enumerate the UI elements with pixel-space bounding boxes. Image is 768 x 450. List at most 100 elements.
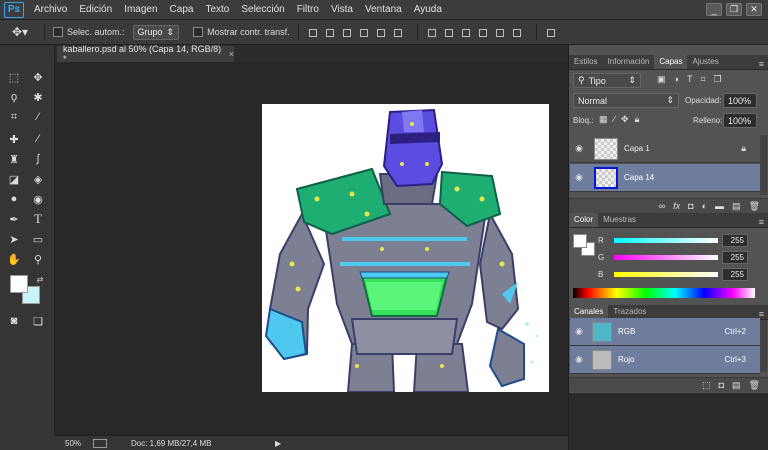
- foreground-color-swatch[interactable]: [10, 275, 28, 293]
- menu-ayuda[interactable]: Ayuda: [414, 4, 442, 15]
- auto-align-icon[interactable]: [545, 26, 557, 38]
- distribute-hcenter-icon[interactable]: [494, 26, 506, 38]
- layer-row-selected[interactable]: ◉ Capa 14: [570, 164, 760, 192]
- layers-scrollbar[interactable]: [760, 135, 767, 195]
- filter-shape-icon[interactable]: ⌗: [700, 74, 705, 85]
- delete-layer-icon[interactable]: 🗑︎: [749, 201, 760, 212]
- auto-select-dropdown[interactable]: Grupo ⇕: [132, 24, 180, 40]
- minimize-button[interactable]: _: [706, 3, 722, 16]
- lock-all-icon[interactable]: 🔒︎: [635, 114, 640, 125]
- distribute-bottom-icon[interactable]: [460, 26, 472, 38]
- document-canvas[interactable]: [262, 104, 549, 392]
- blur-icon[interactable]: ●: [5, 191, 23, 207]
- delete-channel-icon[interactable]: 🗑︎: [749, 380, 760, 391]
- rectangle-shape-icon[interactable]: ▭: [29, 231, 47, 247]
- auto-select-checkbox[interactable]: [53, 27, 63, 37]
- menu-vista[interactable]: Vista: [331, 4, 353, 15]
- link-layers-icon[interactable]: ∞: [659, 201, 665, 211]
- menu-capa[interactable]: Capa: [170, 4, 194, 15]
- layer-row[interactable]: ◉ Capa 1 🔒︎: [570, 135, 760, 163]
- green-value-field[interactable]: 255: [722, 251, 748, 264]
- fill-field[interactable]: 100%: [723, 113, 757, 128]
- distribute-right-icon[interactable]: [511, 26, 523, 38]
- distribute-left-icon[interactable]: [477, 26, 489, 38]
- rect-marquee-icon[interactable]: ⬚: [5, 69, 23, 85]
- blue-value-field[interactable]: 255: [722, 268, 748, 281]
- green-slider[interactable]: [614, 254, 718, 260]
- menu-imagen[interactable]: Imagen: [124, 4, 157, 15]
- blend-mode-dropdown[interactable]: Normal ⇕: [573, 93, 679, 108]
- visibility-eye-icon[interactable]: ◉: [570, 172, 588, 183]
- document-tab[interactable]: kaballero.psd al 50% (Capa 14, RGB/8) * …: [57, 44, 234, 64]
- layer-filter-dropdown[interactable]: ⚲ Tipo ⇕: [573, 73, 641, 88]
- color-spectrum-bar[interactable]: [573, 288, 755, 298]
- adjustment-layer-icon[interactable]: ◐: [702, 201, 707, 211]
- tab-ajustes[interactable]: Ajustes: [687, 55, 723, 69]
- visibility-eye-icon[interactable]: ◉: [570, 354, 588, 365]
- dodge-icon[interactable]: ◉: [29, 191, 47, 207]
- show-transform-checkbox[interactable]: [193, 27, 204, 37]
- tab-muestras[interactable]: Muestras: [598, 213, 641, 227]
- align-right-icon[interactable]: [392, 26, 404, 38]
- tab-capas[interactable]: Capas: [654, 55, 688, 69]
- tab-canales[interactable]: Canales: [569, 305, 609, 319]
- align-bottom-icon[interactable]: [341, 26, 353, 38]
- channel-row-rgb[interactable]: ◉ RGB Ctrl+2: [570, 318, 760, 346]
- align-top-icon[interactable]: [307, 26, 319, 38]
- tab-informacion[interactable]: Información: [603, 55, 655, 69]
- eyedropper-icon[interactable]: ⁄: [29, 109, 47, 125]
- tab-estilos[interactable]: Estilos: [569, 55, 603, 69]
- screen-mode-icon[interactable]: ❏: [29, 313, 47, 329]
- load-selection-icon[interactable]: ⬚: [702, 380, 711, 391]
- visibility-eye-icon[interactable]: ◉: [570, 326, 588, 337]
- red-value-field[interactable]: 255: [722, 234, 748, 247]
- menu-edicion[interactable]: Edición: [79, 4, 112, 15]
- status-info-icon[interactable]: [93, 438, 107, 448]
- distribute-vcenter-icon[interactable]: [443, 26, 455, 38]
- align-vcenter-icon[interactable]: [324, 26, 336, 38]
- panel-menu-icon[interactable]: ≡: [759, 59, 764, 69]
- quick-mask-icon[interactable]: ◙: [5, 313, 23, 329]
- restore-button[interactable]: ❐: [726, 3, 742, 16]
- magic-wand-icon[interactable]: ✱: [29, 89, 47, 105]
- swap-colors-icon[interactable]: ⇄: [31, 271, 49, 287]
- eraser-icon[interactable]: ◪: [5, 171, 23, 187]
- channel-row-red[interactable]: ◉ Rojo Ctrl+3: [570, 346, 760, 374]
- brush-icon[interactable]: ∕: [29, 131, 47, 147]
- opacity-field[interactable]: 100%: [723, 93, 757, 108]
- zoom-level[interactable]: 50%: [65, 439, 93, 448]
- lock-position-icon[interactable]: ✥: [621, 114, 629, 125]
- save-selection-icon[interactable]: ◘: [719, 380, 724, 390]
- new-group-icon[interactable]: ▬: [715, 201, 724, 211]
- history-brush-icon[interactable]: ∫: [29, 151, 47, 167]
- filter-pixel-icon[interactable]: ▣: [657, 74, 666, 85]
- panel-menu-icon[interactable]: ≡: [759, 217, 764, 227]
- filter-type-icon[interactable]: T: [687, 74, 693, 85]
- path-select-icon[interactable]: ➤: [5, 231, 23, 247]
- crop-icon[interactable]: ⌗: [5, 109, 23, 125]
- new-channel-icon[interactable]: ▤: [732, 380, 741, 391]
- hand-icon[interactable]: ✋: [5, 251, 23, 267]
- layer-mask-icon[interactable]: ◘: [688, 201, 693, 211]
- menu-ventana[interactable]: Ventana: [365, 4, 402, 15]
- tab-color[interactable]: Color: [569, 213, 599, 227]
- tab-trazados[interactable]: Trazados: [608, 305, 651, 319]
- color-fg-swatch[interactable]: [573, 234, 587, 248]
- status-menu-arrow-icon[interactable]: ▶: [275, 439, 281, 448]
- align-left-icon[interactable]: [358, 26, 370, 38]
- menu-seleccion[interactable]: Selección: [241, 4, 284, 15]
- filter-smart-icon[interactable]: ❐: [714, 74, 722, 85]
- lock-transparent-icon[interactable]: ▦: [599, 114, 608, 125]
- menu-filtro[interactable]: Filtro: [297, 4, 319, 15]
- distribute-top-icon[interactable]: [426, 26, 438, 38]
- visibility-eye-icon[interactable]: ◉: [570, 143, 588, 154]
- type-tool-icon[interactable]: T: [29, 211, 47, 227]
- healing-brush-icon[interactable]: ✚: [5, 131, 23, 147]
- menu-texto[interactable]: Texto: [205, 4, 229, 15]
- new-layer-icon[interactable]: ▤: [732, 201, 741, 212]
- layer-fx-icon[interactable]: fx: [673, 201, 680, 211]
- close-document-icon[interactable]: ×: [229, 49, 234, 59]
- menu-archivo[interactable]: Archivo: [34, 4, 67, 15]
- zoom-icon[interactable]: ⚲: [29, 251, 47, 267]
- lock-paint-icon[interactable]: ∕: [614, 114, 616, 125]
